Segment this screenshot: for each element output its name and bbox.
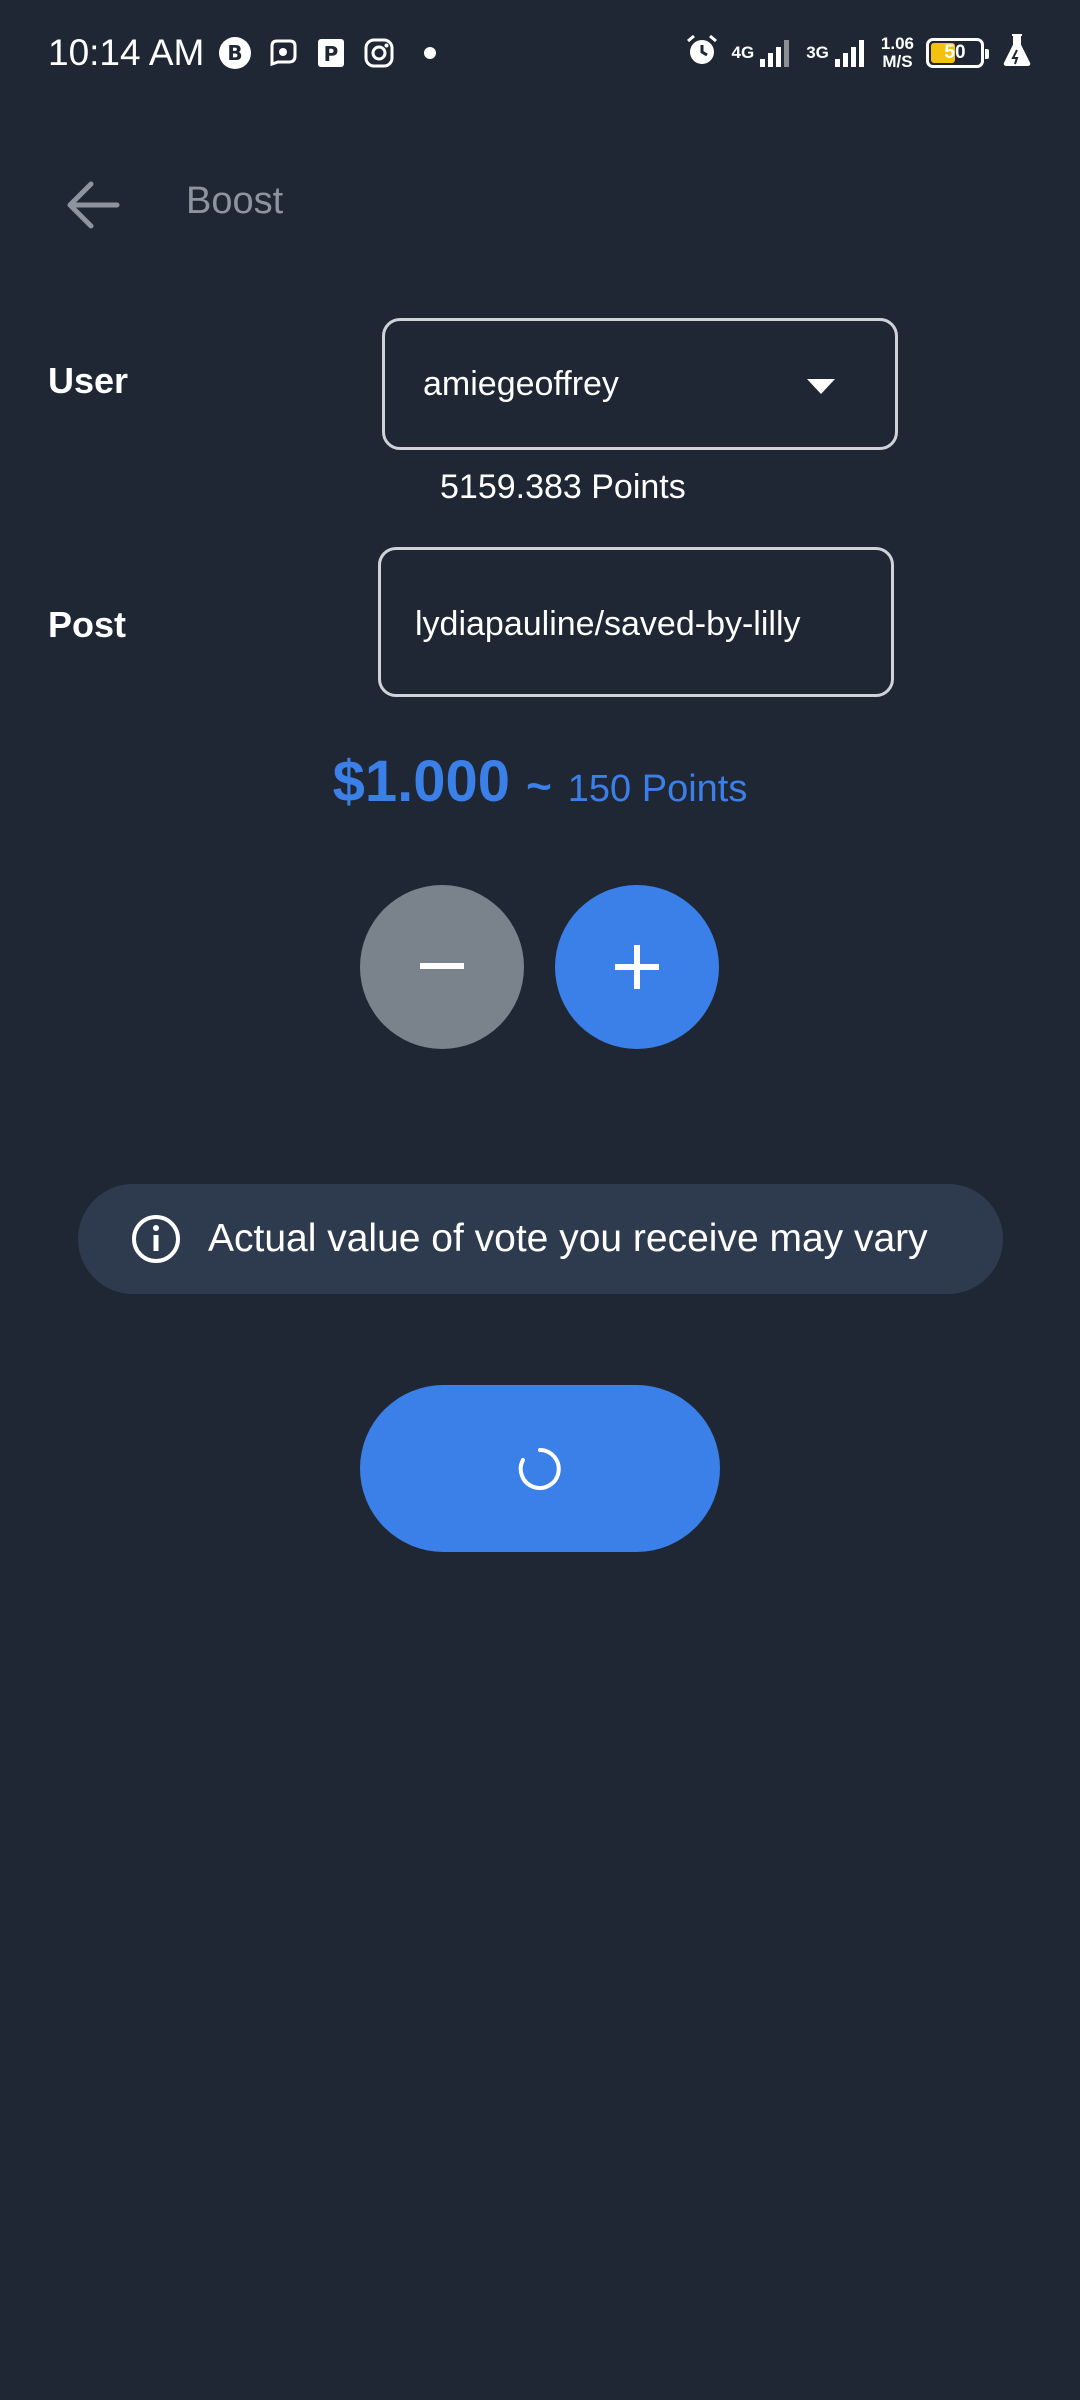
points-balance: 5159.383 Points bbox=[440, 468, 686, 506]
svg-text:B: B bbox=[227, 41, 242, 65]
caret-down-icon bbox=[807, 379, 835, 394]
alarm-icon bbox=[684, 32, 720, 73]
arrow-left-icon bbox=[67, 181, 120, 229]
plus-icon bbox=[615, 945, 659, 989]
network-label-4g: 4G bbox=[731, 43, 755, 62]
speed-value: 1.06 bbox=[880, 33, 914, 53]
spinner-icon bbox=[518, 1447, 561, 1490]
signal-bars-icon bbox=[760, 39, 790, 67]
post-label: Post bbox=[48, 604, 127, 645]
network-speed: 1.06 M/S bbox=[880, 33, 914, 71]
battery-icon: 50 bbox=[926, 37, 989, 68]
signal-bars-icon bbox=[834, 39, 864, 67]
amount-separator: ~ bbox=[526, 762, 552, 811]
minus-icon bbox=[420, 963, 464, 969]
boost-submit-button[interactable] bbox=[360, 1385, 720, 1552]
system-icons: 4G 3G 1.06 M/S 50 bbox=[684, 32, 1032, 73]
boost-amount: $1.000 ~ 150 Points bbox=[0, 748, 1080, 815]
info-banner: Actual value of vote you receive may var… bbox=[78, 1184, 1003, 1294]
instagram-icon bbox=[362, 36, 396, 70]
amount-usd: $1.000 bbox=[332, 749, 511, 814]
decrease-button[interactable] bbox=[360, 885, 524, 1049]
signal-3g: 3G bbox=[806, 37, 869, 69]
parking-app-icon: P bbox=[314, 36, 348, 70]
user-label: User bbox=[48, 360, 129, 401]
info-icon bbox=[132, 1215, 180, 1263]
user-dropdown-value: amiegeoffrey bbox=[423, 365, 619, 403]
post-input-value: lydiapauline/saved-by-lilly bbox=[415, 605, 801, 643]
back-button[interactable] bbox=[48, 160, 138, 250]
chat-app-icon bbox=[266, 36, 300, 70]
svg-text:P: P bbox=[324, 42, 339, 66]
network-label-3g: 3G bbox=[806, 43, 829, 62]
post-input[interactable]: lydiapauline/saved-by-lilly bbox=[378, 547, 894, 697]
status-time: 10:14 AM bbox=[48, 32, 205, 73]
amount-points: 150 Points bbox=[567, 768, 748, 810]
signal-4g: 4G bbox=[732, 37, 795, 69]
increase-button[interactable] bbox=[555, 885, 719, 1049]
speed-unit: M/S bbox=[882, 51, 913, 71]
flask-icon bbox=[1002, 33, 1032, 72]
battery-percent: 50 bbox=[944, 41, 966, 63]
status-bar: 10:14 AM B P 4G 3G 1.06 M/S 50 bbox=[0, 0, 1080, 110]
page-title: Boost bbox=[186, 180, 284, 222]
bitcoin-icon: B bbox=[218, 36, 252, 70]
notification-icons: B P bbox=[218, 36, 436, 70]
dot-icon bbox=[424, 47, 436, 59]
user-dropdown[interactable]: amiegeoffrey bbox=[382, 318, 898, 450]
info-text: Actual value of vote you receive may var… bbox=[208, 1217, 928, 1260]
